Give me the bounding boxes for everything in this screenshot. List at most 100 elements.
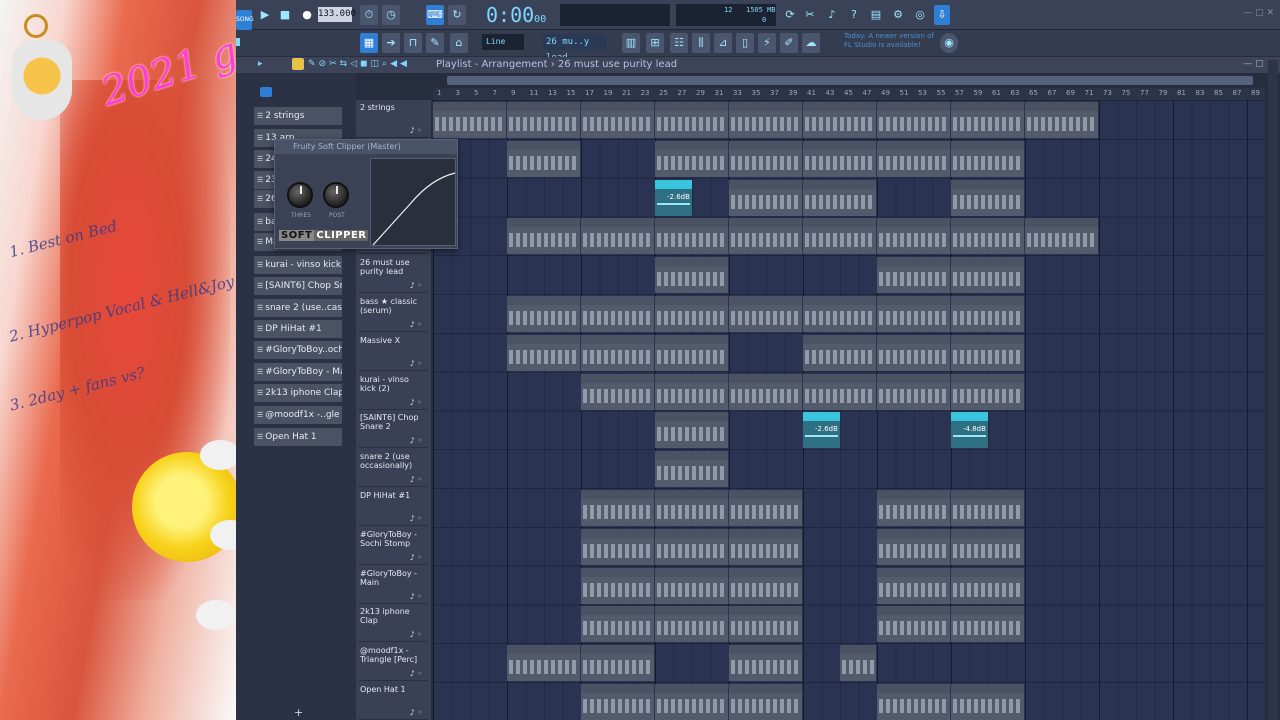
mixer-icon[interactable]: ✂: [802, 5, 818, 25]
wait-record-button[interactable]: ◷: [382, 5, 400, 25]
pattern-clip[interactable]: 23 futurist...teel drum: [507, 218, 580, 255]
pattern-clip[interactable]: 2 strings: [951, 102, 1024, 138]
panel-handle[interactable]: [236, 38, 240, 46]
pattern-clip[interactable]: 2 strings: [729, 102, 802, 138]
pattern-clip[interactable]: 24 1op guitar: [951, 179, 1024, 216]
refresh-icon[interactable]: ⟳: [782, 5, 798, 25]
track-header[interactable]: 2k13 iphone Clap ♪ ◦: [358, 604, 428, 643]
pattern-clip[interactable]: 2k13 iphone Clap: [581, 606, 654, 643]
pattern-clip[interactable]: 13 arp: [655, 140, 728, 177]
track-header[interactable]: Open Hat 1 ♪ ◦: [358, 682, 428, 720]
pattern-clip[interactable]: #GloryToB...chi Stomp: [951, 528, 1024, 565]
track-options-icon[interactable]: ♪ ◦: [410, 592, 422, 601]
pattern-clip[interactable]: kurai - vinso kick (2): [803, 373, 876, 410]
stop-button[interactable]: ■: [276, 5, 294, 25]
pattern-clip[interactable]: snare 2 (u...asionally): [655, 451, 728, 488]
tempo-display[interactable]: 133.000: [318, 7, 356, 22]
vertical-scrollbar[interactable]: [1268, 60, 1278, 720]
pattern-clip[interactable]: 2 strings: [581, 102, 654, 138]
channel-item[interactable]: #GloryToBoy - Main: [254, 363, 342, 381]
post-gain-knob[interactable]: [323, 182, 349, 208]
pattern-clip[interactable]: 26 must u...urity lead: [951, 257, 1024, 294]
arrow-icon[interactable]: ➔: [382, 33, 400, 53]
playlist-icon[interactable]: ▦: [360, 33, 378, 53]
pattern-clip[interactable]: 2 strings: [803, 102, 876, 138]
track-options-icon[interactable]: ♪ ◦: [410, 669, 422, 678]
pattern-select[interactable]: 26 mu..y lead: [542, 34, 606, 63]
track-header[interactable]: 2 strings ♪ ◦: [358, 100, 428, 138]
pattern-clip[interactable]: DP HiHat #1: [655, 490, 728, 526]
pattern-clip[interactable]: kurai - vinso kick (2): [951, 373, 1024, 410]
track-header[interactable]: [SAINT6] Chop Snare 2 ♪ ◦: [358, 410, 428, 449]
download-icon[interactable]: ⇩: [934, 5, 950, 25]
playlist-grid[interactable]: 2 strings 2 strings 2 strings 2 strings 2 st…: [433, 100, 1265, 720]
browser-icon[interactable]: ▯: [736, 33, 754, 53]
pattern-clip[interactable]: 23 futurist...teel drum: [1025, 218, 1098, 255]
pattern-clip[interactable]: #GloryToBoy - Main: [877, 567, 950, 604]
pattern-clip[interactable]: DP HiHat #1: [951, 490, 1024, 526]
pattern-clip[interactable]: bass ★ cla...c (serum): [803, 296, 876, 332]
pattern-clip[interactable]: bass ★ cla...c (serum): [951, 296, 1024, 332]
pencil-icon[interactable]: ✎: [426, 33, 444, 53]
channel-item[interactable]: kurai - vinso kick (2): [254, 256, 342, 274]
snap-icon[interactable]: ⌂: [450, 33, 468, 53]
pattern-clip[interactable]: kurai - vinso kick (2): [729, 373, 802, 410]
playlist-tools[interactable]: ✎⊘✂⇆◁◼◫⌕◀◀: [308, 59, 410, 69]
window-controls[interactable]: — ▢ ✕: [1243, 8, 1274, 18]
track-options-icon[interactable]: ♪ ◦: [410, 359, 422, 368]
pattern-clip[interactable]: #GloryToBoy - Main: [581, 567, 654, 604]
pattern-clip[interactable]: #GloryToB...chi Stomp: [655, 528, 728, 565]
pattern-clip[interactable]: 23 futurist...teel drum: [655, 218, 728, 255]
magnet-icon[interactable]: ⊓: [404, 33, 422, 53]
pattern-clip[interactable]: [SAINT6]...op Snare 2: [655, 412, 728, 449]
track-options-icon[interactable]: ♪ ◦: [410, 126, 422, 135]
pattern-clip[interactable]: Massive X: [877, 334, 950, 371]
pattern-clip[interactable]: #GloryToBoy - Main: [729, 567, 802, 604]
chat-icon[interactable]: ◎: [912, 5, 928, 25]
channel-item[interactable]: [SAINT6] Chop Snare 2: [254, 277, 342, 295]
piano-roll-icon[interactable]: ⊞: [646, 33, 664, 53]
draw-tool-icon[interactable]: [292, 58, 304, 70]
pattern-clip[interactable]: Open Hat 1: [951, 684, 1024, 720]
step-edit-button[interactable]: ⌨: [426, 5, 444, 25]
record-button[interactable]: ●: [298, 5, 316, 25]
channel-item[interactable]: DP HiHat #1: [254, 320, 342, 338]
brush-icon[interactable]: ✐: [780, 33, 798, 53]
pattern-clip[interactable]: DP HiHat #1: [729, 490, 802, 526]
track-options-icon[interactable]: ♪ ◦: [410, 553, 422, 562]
pattern-clip[interactable]: 2k13 iphone Clap: [951, 606, 1024, 643]
pattern-clip[interactable]: Massive X: [507, 334, 580, 371]
automation-clip[interactable]: #Gl...pHit -4.8dB: [951, 412, 989, 449]
pattern-clip[interactable]: 26 must us...urity lead: [877, 257, 950, 294]
pattern-clip[interactable]: 26 must u...urity lead: [655, 257, 728, 294]
track-options-icon[interactable]: ♪ ◦: [410, 708, 422, 717]
pattern-clip[interactable]: 13 arp: [507, 140, 580, 177]
track-header[interactable]: 26 must use purity lead ♪ ◦: [358, 255, 428, 294]
plug-icon[interactable]: ⚡: [758, 33, 776, 53]
track-options-icon[interactable]: ♪ ◦: [410, 320, 422, 329]
news-banner[interactable]: Today: A newer version of FL Studio is a…: [844, 32, 940, 50]
channel-item[interactable]: snare 2 (use..casionally): [254, 299, 342, 317]
playlist-menu-icon[interactable]: ▸: [258, 59, 263, 69]
pattern-clip[interactable]: kurai - vinso kick (2): [877, 373, 950, 410]
microphone-icon[interactable]: ♪: [824, 5, 840, 25]
update-icon[interactable]: ◉: [940, 33, 958, 53]
threshold-knob[interactable]: [287, 182, 313, 208]
pattern-clip[interactable]: Massive X: [951, 334, 1024, 371]
track-header[interactable]: @moodf1x - Triangle [Perc] ♪ ◦: [358, 643, 428, 682]
pattern-clip[interactable]: Open Hat 1: [877, 684, 950, 720]
pattern-clip[interactable]: bass ★ cla...c (serum): [507, 296, 580, 332]
automation-clip[interactable]: #Gl...pHit -2.6dB: [655, 179, 693, 216]
channel-item[interactable]: 2k13 iphone Clap: [254, 384, 342, 402]
add-channel-button[interactable]: +: [294, 706, 303, 719]
pattern-clip[interactable]: kurai - vinso kick (2): [655, 373, 728, 410]
pattern-clip[interactable]: DP HiHat #1: [581, 490, 654, 526]
pattern-clip[interactable]: 13 arp: [951, 140, 1024, 177]
play-button[interactable]: ▶: [256, 5, 274, 25]
pattern-clip[interactable]: 2k13 iphone Clap: [729, 606, 802, 643]
help-icon[interactable]: ?: [846, 5, 862, 25]
plugin-icon[interactable]: ⚙: [890, 5, 906, 25]
pattern-clip[interactable]: Massive X: [803, 334, 876, 371]
pattern-clip[interactable]: bass ★ cla...c (serum): [877, 296, 950, 332]
pattern-clip[interactable]: #GloryToBoy - Main: [655, 567, 728, 604]
